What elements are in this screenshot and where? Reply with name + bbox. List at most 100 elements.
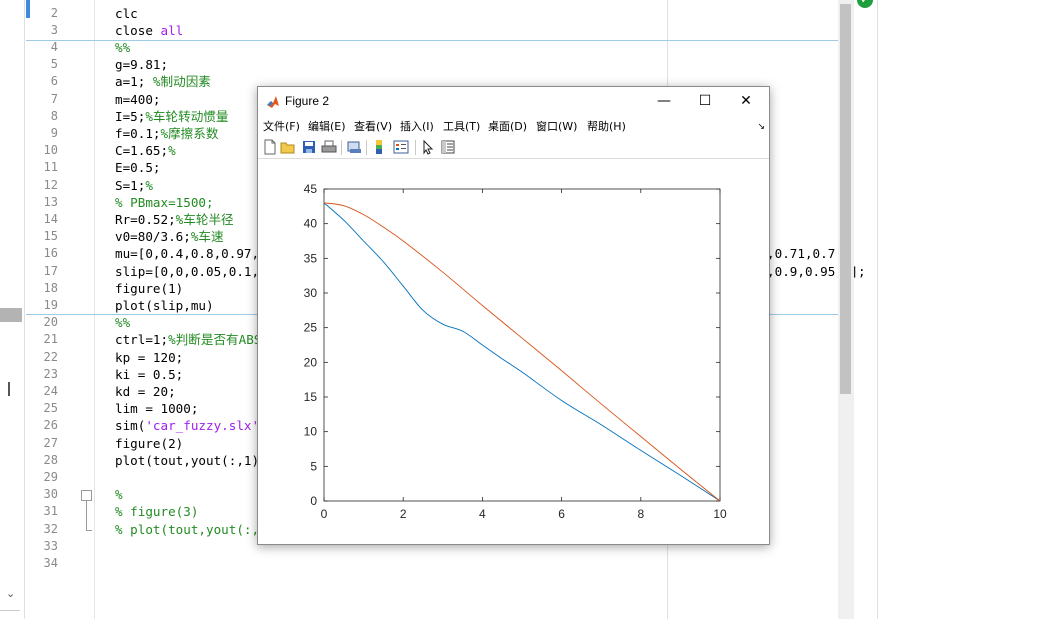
side-panel-splitter[interactable] (0, 308, 22, 322)
fold-guide-end (86, 530, 92, 531)
code-line[interactable]: m=400; (115, 91, 161, 108)
code-token: % figure(3) (115, 504, 199, 520)
code-line[interactable]: E=0.5; (115, 159, 161, 176)
code-line[interactable]: g=9.81; (115, 56, 168, 73)
menu-help[interactable]: 帮助(H) (587, 118, 626, 134)
side-panel-marker (8, 382, 10, 396)
code-line[interactable]: kp = 120; (115, 349, 183, 366)
code-line[interactable]: % PBmax=1500; (115, 194, 214, 211)
gutter-divider (94, 0, 95, 619)
section-divider (26, 40, 838, 41)
line-number: 29 (43, 469, 58, 484)
maximize-button[interactable]: ☐ (690, 91, 720, 111)
property-editor-icon[interactable] (440, 139, 456, 155)
line-number: 20 (43, 315, 58, 330)
code-token: 'car_fuzzy.slx' (145, 418, 260, 434)
menu-window[interactable]: 窗口(W) (536, 118, 577, 134)
code-line[interactable]: S=1;% (115, 177, 153, 194)
pointer-icon[interactable] (420, 139, 436, 155)
dock-arrow-icon[interactable]: ↘ (757, 122, 765, 132)
code-token: a=1; (115, 74, 153, 90)
code-line[interactable]: figure(1) (115, 280, 183, 297)
code-token: Rr=0.52; (115, 211, 176, 227)
line-number: 4 (50, 39, 58, 54)
menu-view[interactable]: 查看(V) (354, 118, 392, 134)
code-line[interactable]: %% (115, 39, 130, 56)
x-tick-label: 8 (637, 507, 644, 521)
code-token: ki = 0.5; (115, 366, 184, 382)
code-token: g=9.81; (115, 57, 169, 73)
menu-edit[interactable]: 编辑(E) (308, 118, 346, 134)
toolbar-separator (415, 140, 416, 155)
code-token: %车轮转动惯量 (145, 108, 229, 124)
code-token: S=1; (115, 177, 146, 193)
code-token: plot(slip,mu) (115, 297, 214, 313)
y-tick-label: 15 (304, 390, 318, 404)
code-line[interactable]: sim('car_fuzzy.slx') (115, 417, 267, 434)
colorbar-icon[interactable] (371, 139, 387, 155)
line-number: 3 (50, 22, 58, 37)
code-line[interactable]: % (115, 486, 123, 503)
code-token: kd = 20; (115, 383, 176, 399)
code-token: % PBmax=1500; (115, 194, 214, 210)
line-number: 25 (43, 401, 58, 416)
line-number: 13 (43, 194, 58, 209)
code-line[interactable]: f=0.1;%摩擦系数 (115, 125, 218, 142)
legend-icon[interactable] (393, 139, 409, 155)
menu-desktop[interactable]: 桌面(D) (488, 118, 527, 134)
line-number: 7 (50, 91, 58, 106)
code-token: C=1.65; (115, 143, 169, 159)
code-line[interactable]: plot(slip,mu) (115, 297, 214, 314)
code-line[interactable]: C=1.65;% (115, 142, 176, 159)
code-line[interactable]: ki = 0.5; (115, 366, 183, 383)
code-line[interactable]: % figure(3) (115, 503, 198, 520)
code-token: %车速 (190, 229, 224, 245)
link-plot-icon[interactable] (346, 139, 362, 155)
code-token: %% (115, 39, 131, 55)
axes-box (323, 188, 721, 502)
panel-divider (877, 0, 878, 619)
line-number: 31 (43, 504, 58, 519)
line-number: 27 (43, 435, 58, 450)
close-button[interactable]: ✕ (731, 91, 761, 111)
line-number: 22 (43, 349, 58, 364)
menu-insert[interactable]: 插入(I) (400, 118, 434, 134)
menu-tools[interactable]: 工具(T) (443, 118, 480, 134)
print-icon[interactable] (321, 139, 337, 155)
code-line[interactable]: Rr=0.52;%车轮半径 (115, 211, 234, 228)
menu-file[interactable]: 文件(F) (263, 118, 300, 134)
code-line[interactable]: clc (115, 5, 138, 22)
figure-window[interactable]: Figure 2 — ☐ ✕ 文件(F) 编辑(E) 查看(V) 插入(I) 工… (257, 86, 770, 545)
y-tick-label: 35 (304, 251, 318, 265)
code-line[interactable]: %% (115, 314, 130, 331)
code-token: kp = 120; (115, 349, 184, 365)
plot-area[interactable]: 0 2 4 6 8 10 0 5 10 15 20 25 30 35 40 45 (258, 159, 769, 544)
chevron-down-icon[interactable]: ⌄ (6, 587, 15, 600)
code-token: figure(2) (115, 435, 184, 451)
fold-guide (86, 500, 87, 530)
y-tick-label: 40 (304, 217, 318, 231)
code-line[interactable]: I=5;%车轮转动惯量 (115, 108, 229, 125)
scrollbar-thumb[interactable] (840, 4, 851, 394)
code-analyzer-ok-icon[interactable]: ✓ (857, 0, 873, 8)
code-line[interactable]: v0=80/3.6;%车速 (115, 228, 224, 245)
code-token: close (115, 22, 161, 38)
figure-titlebar[interactable]: Figure 2 — ☐ ✕ (258, 87, 769, 115)
code-line[interactable]: a=1; %制动因素 (115, 73, 211, 90)
figure-menubar: 文件(F) 编辑(E) 查看(V) 插入(I) 工具(T) 桌面(D) 窗口(W… (258, 116, 769, 136)
y-tick-label: 10 (304, 425, 318, 439)
side-panel-divider (0, 610, 20, 611)
code-line[interactable]: ctrl=1;%判断是否有ABS (115, 331, 261, 348)
code-token: lim = 1000; (115, 401, 199, 417)
minimize-button[interactable]: — (649, 91, 679, 111)
open-folder-icon[interactable] (280, 139, 296, 155)
save-icon[interactable] (301, 139, 317, 155)
code-token: % (115, 487, 123, 503)
line-number: 8 (50, 108, 58, 123)
code-line[interactable]: lim = 1000; (115, 400, 198, 417)
code-line[interactable]: close all (115, 22, 183, 39)
line-number: 18 (43, 280, 58, 295)
code-line[interactable]: figure(2) (115, 435, 183, 452)
new-file-icon[interactable] (262, 139, 278, 155)
code-line[interactable]: kd = 20; (115, 383, 176, 400)
